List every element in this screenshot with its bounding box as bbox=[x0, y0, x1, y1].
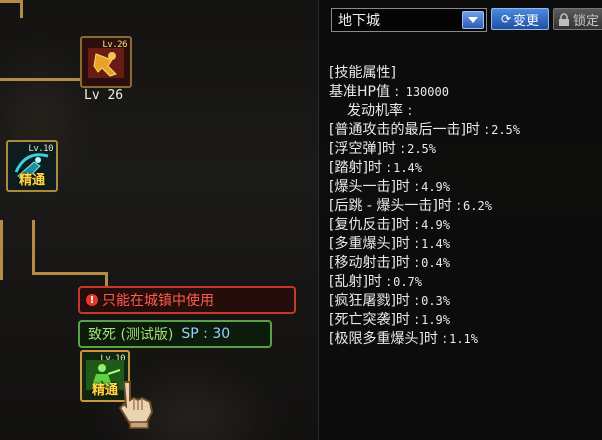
trigger-rate-row: [移动射击]时 :0.4% bbox=[329, 254, 520, 273]
tree-line bbox=[20, 0, 23, 18]
trigger-rate-value: 1.4% bbox=[393, 161, 422, 175]
tree-line bbox=[105, 272, 108, 286]
skill-sp-cost: SP : 30 bbox=[181, 326, 231, 342]
gunner-figure-icon bbox=[88, 48, 124, 78]
base-hp-value: 130000 bbox=[405, 85, 449, 99]
warning-text: 只能在城镇中使用 bbox=[102, 293, 214, 309]
skill-info-panel: 地下城 ⟳ 变更 锁定 [技能属性] 基准HP值 : 130000 发动机率 :… bbox=[318, 0, 602, 440]
trigger-rate-value: 0.4% bbox=[421, 256, 450, 270]
trigger-rate-label: [踏射]时 : bbox=[329, 160, 392, 176]
lock-button[interactable]: 锁定 bbox=[553, 8, 602, 30]
trigger-rate-row: [死亡突袭]时 :1.9% bbox=[329, 311, 520, 330]
skill-level-label: Lv 26 bbox=[84, 88, 124, 103]
base-hp-label: 基准HP值 : bbox=[329, 84, 400, 100]
skill-icon-mid[interactable]: Lv.10 精通 bbox=[6, 140, 58, 192]
change-button-label: 变更 bbox=[513, 13, 540, 29]
trigger-rate-value: 0.7% bbox=[393, 275, 422, 289]
usage-warning: ! 只能在城镇中使用 bbox=[78, 286, 296, 314]
trigger-rate-label: [疯狂屠戮]时 : bbox=[329, 293, 420, 309]
chevron-down-icon[interactable] bbox=[462, 11, 484, 29]
trigger-rate-row: [爆头一击]时 :4.9% bbox=[329, 178, 520, 197]
trigger-title: 发动机率 : bbox=[347, 103, 413, 119]
skill-name: 致死 (测试版) bbox=[88, 327, 174, 343]
skill-window: Lv.26 Lv 26 Lv.10 精通 ! 只能在城镇中使用 致死 (测试版)… bbox=[0, 0, 602, 440]
trigger-rate-label: [普通攻击的最后一击]时 : bbox=[329, 122, 490, 138]
trigger-rate-label: [移动射击]时 : bbox=[329, 255, 420, 271]
warning-icon: ! bbox=[86, 294, 98, 306]
trigger-rate-row: [踏射]时 :1.4% bbox=[329, 159, 520, 178]
trigger-rate-value: 4.9% bbox=[421, 180, 450, 194]
trigger-rate-label: [爆头一击]时 : bbox=[329, 179, 420, 195]
attributes-heading: [技能属性] bbox=[329, 65, 396, 81]
trigger-rate-value: 1.4% bbox=[421, 237, 450, 251]
change-button[interactable]: ⟳ 变更 bbox=[491, 8, 549, 30]
trigger-rate-row: [乱射]时 :0.7% bbox=[329, 273, 520, 292]
trigger-rate-row: [疯狂屠戮]时 :0.3% bbox=[329, 292, 520, 311]
trigger-rate-row: [极限多重爆头]时 :1.1% bbox=[329, 330, 520, 349]
mode-select[interactable]: 地下城 bbox=[331, 8, 487, 32]
trigger-rate-value: 2.5% bbox=[491, 123, 520, 137]
tree-line bbox=[32, 272, 108, 275]
refresh-icon: ⟳ bbox=[500, 12, 512, 26]
hand-cursor-icon bbox=[118, 381, 154, 429]
base-hp-row: 基准HP值 : 130000 bbox=[329, 83, 520, 102]
tree-line bbox=[0, 220, 3, 280]
mastery-label: 精通 bbox=[18, 173, 45, 188]
trigger-rate-label: [复仇反击]时 : bbox=[329, 217, 420, 233]
trigger-rate-value: 4.9% bbox=[421, 218, 450, 232]
trigger-rate-label: [死亡突袭]时 : bbox=[329, 312, 420, 328]
tree-line bbox=[0, 78, 80, 81]
trigger-rate-row: [浮空弹]时 :2.5% bbox=[329, 140, 520, 159]
trigger-rate-label: [后跳 - 爆头一击]时 : bbox=[329, 198, 462, 214]
skill-attributes: [技能属性] 基准HP值 : 130000 发动机率 : [普通攻击的最后一击]… bbox=[329, 64, 520, 349]
trigger-rate-value: 1.9% bbox=[421, 313, 450, 327]
trigger-rate-value: 0.3% bbox=[421, 294, 450, 308]
trigger-rate-row: [后跳 - 爆头一击]时 :6.2% bbox=[329, 197, 520, 216]
trigger-rate-label: [浮空弹]时 : bbox=[329, 141, 406, 157]
tree-line bbox=[32, 220, 35, 274]
trigger-rate-label: [多重爆头]时 : bbox=[329, 236, 420, 252]
trigger-rate-row: [多重爆头]时 :1.4% bbox=[329, 235, 520, 254]
trigger-rate-row: [复仇反击]时 :4.9% bbox=[329, 216, 520, 235]
lock-button-label: 锁定 bbox=[573, 13, 600, 29]
tree-line bbox=[0, 0, 22, 3]
trigger-rate-value: 1.1% bbox=[449, 332, 478, 346]
skill-icon-top[interactable]: Lv.26 bbox=[80, 36, 132, 88]
selected-skill-name: 致死 (测试版) SP : 30 bbox=[78, 320, 272, 348]
trigger-rate-value: 2.5% bbox=[407, 142, 436, 156]
lock-icon bbox=[559, 12, 569, 26]
mode-select-value: 地下城 bbox=[338, 13, 380, 29]
trigger-rate-label: [极限多重爆头]时 : bbox=[329, 331, 448, 347]
trigger-rate-value: 6.2% bbox=[463, 199, 492, 213]
trigger-rate-row: [普通攻击的最后一击]时 :2.5% bbox=[329, 121, 520, 140]
trigger-rate-label: [乱射]时 : bbox=[329, 274, 392, 290]
